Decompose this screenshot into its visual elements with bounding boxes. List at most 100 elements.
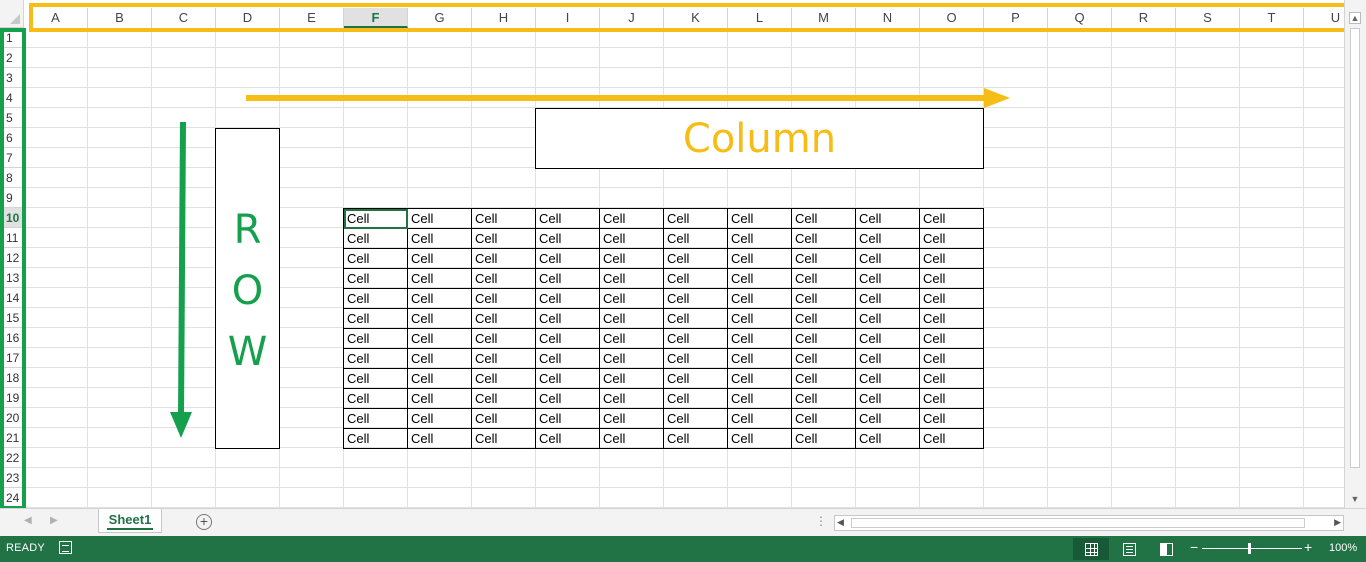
cell[interactable]: Cell xyxy=(919,388,984,409)
normal-view-button[interactable] xyxy=(1073,538,1109,560)
cell[interactable]: Cell xyxy=(919,348,984,369)
cell[interactable]: Cell xyxy=(599,348,664,369)
cell[interactable]: Cell xyxy=(343,348,408,369)
cell[interactable]: Cell xyxy=(855,348,920,369)
cell[interactable]: Cell xyxy=(343,228,408,249)
scroll-right-icon[interactable]: ▶ xyxy=(1334,517,1341,528)
cell[interactable]: Cell xyxy=(663,308,728,329)
cell[interactable]: Cell xyxy=(791,328,856,349)
cell[interactable]: Cell xyxy=(919,368,984,389)
cell[interactable]: Cell xyxy=(791,368,856,389)
horizontal-scroll-thumb[interactable] xyxy=(851,518,1305,528)
cell[interactable]: Cell xyxy=(407,368,472,389)
cell[interactable]: Cell xyxy=(855,248,920,269)
cell[interactable]: Cell xyxy=(727,288,792,309)
add-sheet-icon[interactable]: + xyxy=(196,514,212,530)
cell[interactable]: Cell xyxy=(407,348,472,369)
macro-record-icon[interactable] xyxy=(59,541,72,554)
cell[interactable]: Cell xyxy=(727,268,792,289)
cell[interactable]: Cell xyxy=(599,268,664,289)
cell[interactable]: Cell xyxy=(791,428,856,449)
cell[interactable]: Cell xyxy=(791,248,856,269)
cell[interactable]: Cell xyxy=(855,268,920,289)
vertical-scrollbar[interactable]: ▲ ▼ xyxy=(1344,0,1366,508)
cell[interactable]: Cell xyxy=(663,248,728,269)
cell[interactable]: Cell xyxy=(407,248,472,269)
cell[interactable]: Cell xyxy=(791,308,856,329)
zoom-slider-thumb[interactable] xyxy=(1248,543,1251,554)
cell[interactable]: Cell xyxy=(663,288,728,309)
cell[interactable]: Cell xyxy=(471,348,536,369)
cell[interactable]: Cell xyxy=(791,408,856,429)
cell[interactable]: Cell xyxy=(343,328,408,349)
cell[interactable]: Cell xyxy=(407,408,472,429)
cell[interactable]: Cell xyxy=(855,288,920,309)
cell[interactable]: Cell xyxy=(663,428,728,449)
cell[interactable]: Cell xyxy=(791,348,856,369)
cell[interactable]: Cell xyxy=(471,368,536,389)
worksheet-grid[interactable]: ABCDEFGHIJKLMNOPQRSTU 1 2 3 4 5 6 7 8 9 10 11 12 13 1… xyxy=(0,0,1366,510)
cell[interactable]: Cell xyxy=(599,248,664,269)
cell[interactable]: Cell xyxy=(535,328,600,349)
cell[interactable]: Cell xyxy=(599,368,664,389)
cell[interactable]: Cell xyxy=(727,368,792,389)
cell[interactable]: Cell xyxy=(407,428,472,449)
cell[interactable]: Cell xyxy=(919,408,984,429)
cell[interactable]: Cell xyxy=(343,248,408,269)
cell[interactable]: Cell xyxy=(919,208,984,229)
cell[interactable]: Cell xyxy=(663,268,728,289)
cell[interactable]: Cell xyxy=(855,228,920,249)
cell[interactable]: Cell xyxy=(855,328,920,349)
cell[interactable]: Cell xyxy=(791,388,856,409)
page-layout-button[interactable] xyxy=(1111,538,1147,560)
cell[interactable]: Cell xyxy=(343,368,408,389)
prev-sheet-icon[interactable]: ◀ xyxy=(24,515,32,526)
next-sheet-icon[interactable]: ▶ xyxy=(50,515,58,526)
cell[interactable]: Cell xyxy=(535,208,600,229)
cell[interactable]: Cell xyxy=(535,228,600,249)
cell[interactable]: Cell xyxy=(407,268,472,289)
cell[interactable]: Cell xyxy=(855,428,920,449)
cell[interactable]: Cell xyxy=(663,368,728,389)
cell[interactable]: Cell xyxy=(471,268,536,289)
cell[interactable]: Cell xyxy=(919,428,984,449)
cell[interactable]: Cell xyxy=(535,428,600,449)
cell[interactable]: Cell xyxy=(727,228,792,249)
cell[interactable]: Cell xyxy=(663,228,728,249)
cell[interactable]: Cell xyxy=(343,308,408,329)
cell[interactable]: Cell xyxy=(471,308,536,329)
cell[interactable]: Cell xyxy=(919,228,984,249)
cell[interactable]: Cell xyxy=(471,208,536,229)
cell[interactable]: Cell xyxy=(599,288,664,309)
cell[interactable]: Cell xyxy=(535,288,600,309)
cell[interactable]: Cell xyxy=(791,288,856,309)
cell[interactable]: Cell xyxy=(855,408,920,429)
cell[interactable]: Cell xyxy=(919,308,984,329)
cell[interactable]: Cell xyxy=(727,308,792,329)
cell[interactable]: Cell xyxy=(471,288,536,309)
cell[interactable]: Cell xyxy=(343,408,408,429)
select-all-corner[interactable] xyxy=(0,0,24,28)
cell[interactable]: Cell xyxy=(471,328,536,349)
cell[interactable]: Cell xyxy=(599,308,664,329)
scroll-up-icon[interactable]: ▲ xyxy=(1349,12,1361,24)
zoom-out-button[interactable]: − xyxy=(1190,539,1198,555)
cell[interactable]: Cell xyxy=(919,268,984,289)
cell[interactable]: Cell xyxy=(407,328,472,349)
cell[interactable]: Cell xyxy=(727,388,792,409)
cell[interactable]: Cell xyxy=(535,308,600,329)
cell[interactable]: Cell xyxy=(663,408,728,429)
cell[interactable]: Cell xyxy=(919,248,984,269)
cell[interactable]: Cell xyxy=(599,408,664,429)
cell[interactable]: Cell xyxy=(407,388,472,409)
cell[interactable]: Cell xyxy=(343,288,408,309)
cell[interactable]: Cell xyxy=(407,228,472,249)
cell[interactable]: Cell xyxy=(855,208,920,229)
cell[interactable]: Cell xyxy=(791,268,856,289)
horizontal-scrollbar[interactable]: ◀ ▶ xyxy=(834,515,1344,531)
cell[interactable]: Cell xyxy=(407,288,472,309)
cell[interactable]: Cell xyxy=(727,348,792,369)
sheet-tab-sheet1[interactable]: Sheet1 xyxy=(98,509,162,533)
cell[interactable]: Cell xyxy=(471,388,536,409)
cell[interactable]: Cell xyxy=(791,208,856,229)
